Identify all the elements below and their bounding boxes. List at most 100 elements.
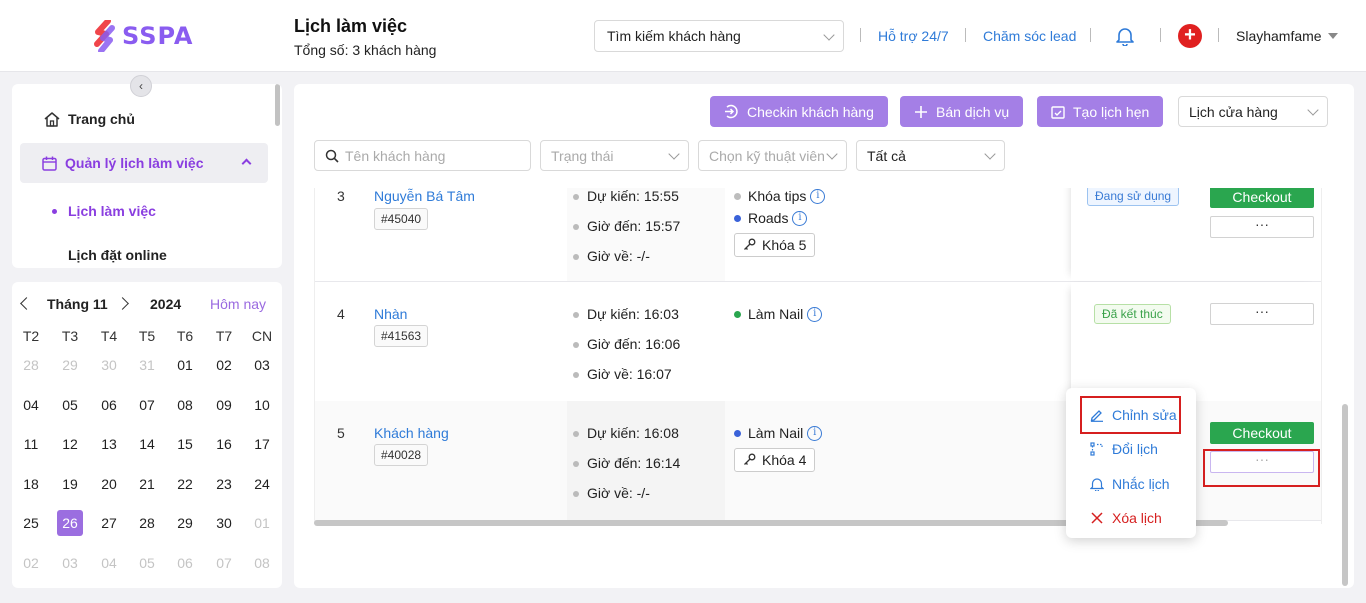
calendar-day[interactable]: 06 [170,550,200,576]
logo[interactable]: SSPA [94,20,193,52]
calendar-day[interactable]: 31 [132,352,162,378]
info-icon[interactable]: i [810,188,826,204]
store-schedule-value: Lịch cửa hàng [1189,104,1278,120]
checkin-icon [725,104,738,119]
customer-name-link[interactable]: Khách hàng [374,425,449,441]
info-icon[interactable]: i [792,210,808,226]
calendar-day[interactable]: 22 [170,471,200,497]
user-name[interactable]: Slayhamfame [1236,28,1322,44]
calendar-day[interactable]: 16 [209,431,239,457]
customer-search-select[interactable]: Tìm kiếm khách hàng [594,20,844,52]
create-appointment-button[interactable]: Tạo lịch hẹn [1037,96,1164,127]
customer-name-link[interactable]: Nguyễn Bá Tâm [374,188,475,204]
calendar-day[interactable]: 08 [170,392,200,418]
calendar-day[interactable]: 28 [132,510,162,536]
calendar-day[interactable]: 24 [247,471,277,497]
calendar-day[interactable]: 08 [247,550,277,576]
bullet-icon [573,194,579,201]
calendar-day[interactable]: 27 [94,510,124,536]
lead-care-link[interactable]: Chăm sóc lead [983,28,1076,44]
calendar-day[interactable]: 17 [247,431,277,457]
row-number: 5 [337,425,345,441]
calendar-month[interactable]: Tháng 11 [47,296,108,312]
sidebar-item-work-schedule[interactable]: Lịch làm việc [12,191,268,231]
info-icon[interactable]: i [807,425,823,441]
sell-service-button[interactable]: Bán dịch vụ [900,96,1024,127]
search-icon [325,149,339,163]
calendar-day[interactable]: 05 [55,392,85,418]
calendar-day[interactable]: 29 [55,352,85,378]
sidebar-item-online-booking[interactable]: Lịch đặt online [12,235,268,268]
calendar-day[interactable]: 07 [209,550,239,576]
all-select[interactable]: Tất cả [856,140,1005,171]
sidebar-scrollbar[interactable] [275,84,280,126]
calendar-day[interactable]: 30 [209,510,239,536]
calendar-day[interactable]: 26 [57,510,83,537]
more-actions-button[interactable]: ··· [1210,216,1314,238]
calendar-day[interactable]: 21 [132,471,162,497]
store-schedule-select[interactable]: Lịch cửa hàng [1178,96,1328,127]
sidebar-collapse-button[interactable]: ‹ [130,75,152,97]
calendar-day[interactable]: 13 [94,431,124,457]
calendar-day[interactable]: 04 [94,550,124,576]
calendar-day[interactable]: 07 [132,392,162,418]
calendar-day[interactable]: 25 [16,510,46,536]
mini-calendar: Tháng 11 2024 Hôm nay T2 T3 T4 T5 T6 T7 CN 28 29… [12,282,282,588]
calendar-day[interactable]: 02 [16,550,46,576]
active-dot-icon [52,209,57,214]
checkin-customer-button[interactable]: Checkin khách hàng [710,96,888,127]
next-month-icon[interactable] [116,297,129,310]
calendar-day[interactable]: 15 [170,431,200,457]
sidebar-item-schedule-management[interactable]: Quản lý lịch làm việc [20,143,268,183]
calendar-day[interactable]: 20 [94,471,124,497]
calendar-day[interactable]: 19 [55,471,85,497]
calendar-day[interactable]: 03 [55,550,85,576]
swap-icon [1090,442,1103,456]
remind-menu-item[interactable]: Nhắc lịch [1090,476,1170,492]
calendar-year[interactable]: 2024 [150,296,181,312]
checkout-button[interactable]: Checkout [1210,188,1314,208]
status-select[interactable]: Trạng thái [540,140,689,171]
calendar-day[interactable]: 01 [170,352,200,378]
calendar-day[interactable]: 01 [247,510,277,536]
key-icon [744,238,756,250]
calendar-day[interactable]: 12 [55,431,85,457]
calendar-day[interactable]: 04 [16,392,46,418]
more-actions-button[interactable]: ··· [1210,303,1314,325]
caret-down-icon[interactable] [1328,33,1338,39]
customer-name-link[interactable]: Nhàn [374,306,407,322]
calendar-day[interactable]: 09 [209,392,239,418]
prev-month-icon[interactable] [20,297,33,310]
calendar-day[interactable]: 29 [170,510,200,536]
calendar-day[interactable]: 05 [132,550,162,576]
chevron-down-icon [668,148,680,160]
calendar-day[interactable]: 11 [16,431,46,457]
calendar-day[interactable]: 23 [209,471,239,497]
weekday-label: T2 [22,328,40,344]
edit-menu-item[interactable]: Chỉnh sửa [1090,407,1177,423]
bullet-icon [573,342,579,349]
calendar-day[interactable]: 02 [209,352,239,378]
support-link[interactable]: Hỗ trợ 24/7 [878,28,949,44]
bullet-icon [573,372,579,379]
calendar-day[interactable]: 30 [94,352,124,378]
today-button[interactable]: Hôm nay [210,296,266,312]
technician-select[interactable]: Chọn kỹ thuật viên [698,140,847,171]
bell-icon[interactable] [1116,26,1134,46]
calendar-day[interactable]: 28 [16,352,46,378]
add-button[interactable]: + [1178,24,1202,48]
vertical-scrollbar[interactable] [1342,404,1348,586]
calendar-day[interactable]: 10 [247,392,277,418]
reschedule-menu-item[interactable]: Đổi lịch [1090,441,1158,457]
info-icon[interactable]: i [807,306,823,322]
customer-name-input[interactable]: Tên khách hàng [314,140,531,171]
highlight-box [1203,449,1320,487]
checkin-label: Checkin khách hàng [747,103,874,120]
delete-menu-item[interactable]: Xóa lịch [1090,510,1162,526]
calendar-day[interactable]: 18 [16,471,46,497]
checkout-button[interactable]: Checkout [1210,422,1314,444]
calendar-day[interactable]: 06 [94,392,124,418]
calendar-day[interactable]: 03 [247,352,277,378]
calendar-day[interactable]: 14 [132,431,162,457]
sidebar-item-home[interactable]: Trang chủ [12,99,268,139]
